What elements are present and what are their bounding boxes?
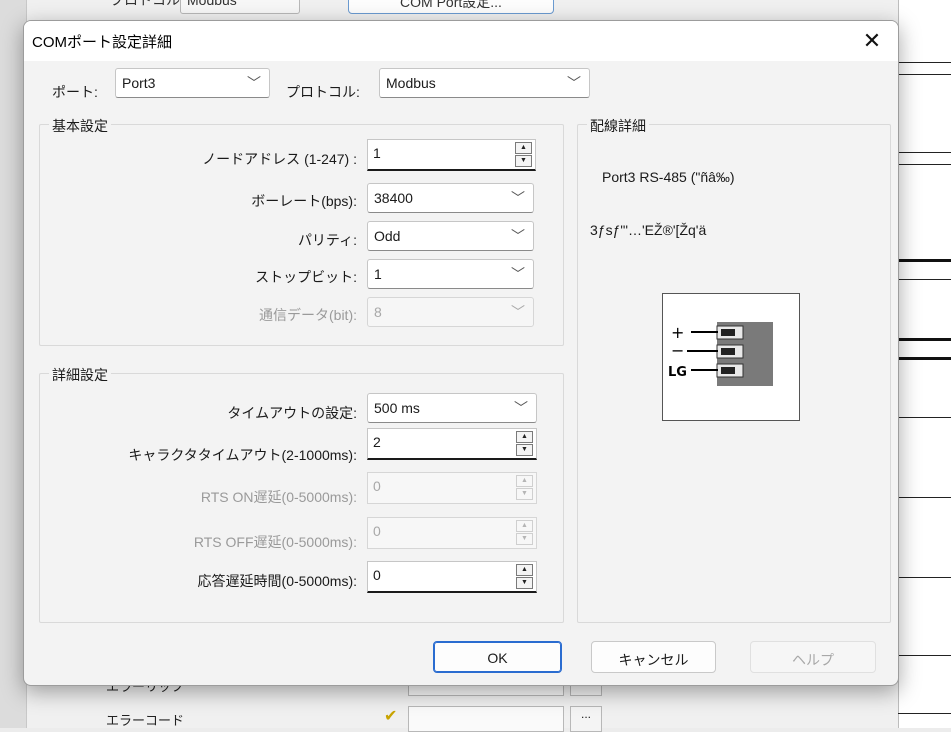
- background-line: [898, 74, 951, 75]
- background-com-port-button-label: COM Port設定...: [400, 0, 502, 10]
- background-row-dots-button[interactable]: ...: [570, 706, 602, 732]
- chevron-down-icon: ﹀: [511, 266, 525, 282]
- data-bits-value: 8: [374, 304, 382, 320]
- data-bits-label: 通信データ(bit):: [259, 307, 357, 323]
- background-line: [898, 417, 951, 418]
- close-button[interactable]: ✕: [852, 25, 892, 57]
- port-select[interactable]: Port3 ﹀: [115, 68, 270, 98]
- wiring-description: 3ƒsƒ"'…'EŽ®'[Žq'ä: [590, 222, 707, 238]
- spin-down-icon: ▼: [516, 488, 533, 500]
- baud-rate-select[interactable]: 38400 ﹀: [367, 183, 534, 213]
- chevron-down-icon: ﹀: [567, 75, 581, 91]
- advanced-settings-title: 詳細設定: [49, 365, 111, 385]
- char-timeout-value: 2: [373, 434, 381, 450]
- response-delay-stepper[interactable]: 0 ▲ ▼: [367, 561, 537, 593]
- background-line: [898, 279, 951, 280]
- stop-bit-select[interactable]: 1 ﹀: [367, 259, 534, 289]
- minus-terminal-label: −: [671, 341, 684, 360]
- cancel-button[interactable]: キャンセル: [591, 641, 716, 673]
- background-line: [898, 152, 951, 153]
- timeout-value: 500 ms: [374, 400, 420, 416]
- rts-off-delay-stepper: 0 ▲ ▼: [367, 517, 537, 549]
- chevron-down-icon: ﹀: [511, 190, 525, 206]
- spin-down-icon[interactable]: ▼: [515, 155, 532, 167]
- background-protocol-value: Modbus: [187, 0, 237, 8]
- timeout-label: タイムアウトの設定:: [227, 405, 357, 421]
- char-timeout-label: キャラクタタイムアウト(2-1000ms):: [128, 447, 357, 463]
- node-address-value: 1: [373, 145, 381, 161]
- protocol-select[interactable]: Modbus ﹀: [379, 68, 590, 98]
- chevron-down-icon: ﹀: [511, 228, 525, 244]
- background-line: [898, 497, 951, 498]
- background-line: [898, 338, 951, 341]
- rts-on-delay-value: 0: [373, 478, 381, 494]
- background-line: [898, 259, 951, 262]
- response-delay-value: 0: [373, 567, 381, 583]
- spin-up-icon[interactable]: ▲: [516, 431, 533, 443]
- background-row-label: エラーコード: [106, 713, 185, 728]
- background-right-panel: [898, 0, 951, 728]
- protocol-select-value: Modbus: [386, 75, 436, 91]
- com-port-settings-dialog: COMポート設定詳細 ✕ ポート: Port3 ﹀ プロトコル: Modbus …: [23, 20, 899, 686]
- background-line: [898, 357, 951, 360]
- node-address-label: ノードアドレス (1-247) :: [202, 151, 357, 167]
- char-timeout-stepper[interactable]: 2 ▲ ▼: [367, 428, 537, 460]
- spin-down-icon[interactable]: ▼: [516, 577, 533, 589]
- close-icon: ✕: [862, 28, 882, 53]
- background-line: [898, 655, 951, 656]
- port-select-value: Port3: [122, 75, 156, 91]
- chevron-down-icon: ﹀: [514, 400, 528, 416]
- parity-label: パリティ:: [297, 232, 357, 248]
- background-line: [898, 577, 951, 578]
- stop-bit-label: ストップビット:: [255, 269, 357, 285]
- background-protocol-field[interactable]: Modbus: [180, 0, 300, 14]
- rts-on-delay-label: RTS ON遅延(0-5000ms):: [200, 489, 357, 505]
- background-com-port-button[interactable]: COM Port設定...: [348, 0, 554, 14]
- chevron-down-icon: ﹀: [511, 304, 525, 320]
- spin-up-icon: ▲: [516, 520, 533, 532]
- rts-off-delay-label: RTS OFF遅延(0-5000ms):: [193, 534, 357, 550]
- lg-terminal-label: LG: [668, 365, 687, 380]
- background-protocol-label: ブロトコル:: [110, 0, 184, 8]
- parity-select[interactable]: Odd ﹀: [367, 221, 534, 251]
- help-button: ヘルプ: [750, 641, 876, 673]
- rts-on-delay-stepper: 0 ▲ ▼: [367, 472, 537, 504]
- cancel-button-label: キャンセル: [618, 652, 689, 668]
- terminal-diagram: + − LG: [662, 293, 800, 421]
- response-delay-label: 応答遅延時間(0-5000ms):: [197, 573, 357, 589]
- rts-off-delay-value: 0: [373, 523, 381, 539]
- ok-button[interactable]: OK: [433, 641, 562, 673]
- plus-terminal-label: +: [671, 323, 684, 342]
- background-line: [898, 164, 951, 165]
- background-row-field[interactable]: [408, 706, 564, 732]
- spin-up-icon[interactable]: ▲: [515, 142, 532, 154]
- timeout-select[interactable]: 500 ms ﹀: [367, 393, 537, 423]
- spin-up-icon[interactable]: ▲: [516, 564, 533, 576]
- background-line: [898, 62, 951, 63]
- port-label: ポート:: [52, 84, 98, 100]
- help-button-label: ヘルプ: [792, 652, 834, 668]
- protocol-label: プロトコル:: [286, 84, 360, 100]
- check-icon: ✔: [384, 708, 398, 725]
- spin-up-icon: ▲: [516, 475, 533, 487]
- spin-down-icon: ▼: [516, 533, 533, 545]
- background-table: エラーリップ ✔ エラーコード ✔ ...: [58, 670, 898, 732]
- dialog-title: COMポート設定詳細: [32, 34, 172, 51]
- node-address-stepper[interactable]: 1 ▲ ▼: [367, 139, 536, 171]
- baud-rate-label: ボーレート(bps):: [251, 193, 357, 209]
- chevron-down-icon: ﹀: [247, 75, 261, 91]
- background-line: [898, 713, 951, 714]
- stop-bit-value: 1: [374, 266, 382, 282]
- data-bits-select: 8 ﹀: [367, 297, 534, 327]
- spin-down-icon[interactable]: ▼: [516, 444, 533, 456]
- wiring-port-info: Port3 RS-485 ("ñâ‰): [602, 169, 735, 185]
- ok-button-label: OK: [487, 650, 508, 666]
- wiring-details-title: 配線詳細: [587, 116, 649, 136]
- baud-rate-value: 38400: [374, 190, 413, 206]
- parity-value: Odd: [374, 228, 401, 244]
- basic-settings-title: 基本設定: [49, 116, 111, 136]
